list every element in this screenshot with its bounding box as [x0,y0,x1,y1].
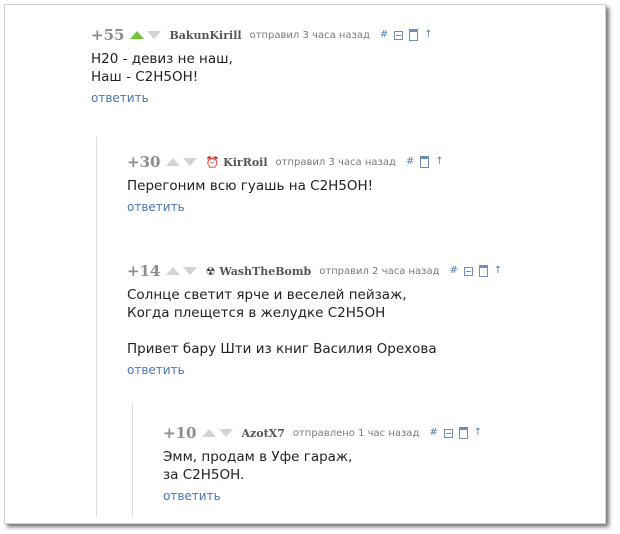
comment: +14 ☢ WashTheBomb отправил 2 часа назад … [127,262,502,378]
comment-author[interactable]: AzotX7 [241,427,284,440]
thread-line [96,137,97,517]
comment-timestamp: отправлено 1 час назад [292,427,420,439]
comment-header: +10 AzotX7 отправлено 1 час назад # ↑ [163,424,482,442]
comments-panel: +55 BakunKirill отправил 3 часа назад # … [4,4,606,524]
downvote-arrow-icon[interactable] [183,267,198,275]
permalink-icon[interactable]: # [380,30,388,40]
comment-text: за C2H5OH. [163,467,245,483]
alarm-clock-icon: ⏰ [205,155,220,169]
downvote-arrow-icon[interactable] [147,31,162,39]
comment-rating: +10 [163,424,197,442]
comment-author[interactable]: WashTheBomb [219,265,311,278]
comment-text: Перегоним всю гуашь на C2H5OH! [127,178,374,194]
thread-line [132,403,133,517]
permalink-icon[interactable]: # [450,266,458,276]
comment: +55 BakunKirill отправил 3 часа назад # … [91,26,433,106]
reply-link[interactable]: ответить [163,489,221,503]
comment-text: Когда плещется в желудке C2H5OH [127,305,386,321]
parent-arrow-icon[interactable]: ↑ [494,266,502,276]
comment-body: Эмм, продам в Уфе гараж, за C2H5OH. [163,448,482,484]
permalink-icon[interactable]: # [429,428,437,438]
comment-body: Солнце светит ярче и веселей пейзаж, Ког… [127,286,502,358]
radiation-icon: ☢ [205,264,216,278]
comment: +10 AzotX7 отправлено 1 час назад # ↑ Эм… [163,424,482,504]
save-icon[interactable] [420,156,430,168]
upvote-arrow-icon[interactable] [130,31,145,39]
comment-header: +55 BakunKirill отправил 3 часа назад # … [91,26,433,44]
downvote-arrow-icon[interactable] [183,158,198,166]
upvote-arrow-icon[interactable] [166,158,181,166]
comment-tools: # ↑ [429,427,482,439]
comment-text: Солнце светит ярче и веселей пейзаж, [127,287,407,303]
reply-link[interactable]: ответить [127,363,185,377]
parent-arrow-icon[interactable]: ↑ [424,30,432,40]
comment-header: +30 ⏰ KirRoil отправил 3 часа назад # ↑ [127,153,444,171]
collapse-icon[interactable] [443,428,453,438]
collapse-icon[interactable] [463,266,473,276]
comment-text [127,322,502,340]
save-icon[interactable] [458,427,468,439]
parent-arrow-icon[interactable]: ↑ [435,157,443,167]
comment-tools: # ↑ [380,29,433,41]
comment-timestamp: отправил 2 часа назад [319,265,440,277]
collapse-icon[interactable] [394,30,404,40]
comment-body: H20 - девиз не наш, Наш - C2H5OH! [91,50,433,86]
comment-author[interactable]: KirRoil [223,156,267,169]
reply-link[interactable]: ответить [127,200,185,214]
comment-rating: +30 [127,153,161,171]
downvote-arrow-icon[interactable] [219,429,234,437]
upvote-arrow-icon[interactable] [166,267,181,275]
comment-author[interactable]: BakunKirill [169,29,241,42]
comment-body: Перегоним всю гуашь на C2H5OH! [127,177,444,195]
reply-link[interactable]: ответить [91,91,149,105]
comment-tools: # ↑ [450,265,502,277]
comment-text: Привет бару Шти из книг Василия Орехова [127,341,437,357]
comment-rating: +55 [91,26,125,44]
comment-rating: +14 [127,262,161,280]
comment-header: +14 ☢ WashTheBomb отправил 2 часа назад … [127,262,502,280]
comment-timestamp: отправил 3 часа назад [249,29,370,41]
comment-tools: # ↑ [406,156,444,168]
comment-timestamp: отправил 3 часа назад [275,156,396,168]
comment: +30 ⏰ KirRoil отправил 3 часа назад # ↑ … [127,153,444,215]
comment-text: H20 - девиз не наш, [91,51,233,67]
save-icon[interactable] [409,29,419,41]
save-icon[interactable] [478,265,488,277]
upvote-arrow-icon[interactable] [202,429,217,437]
permalink-icon[interactable]: # [406,157,414,167]
comment-text: Эмм, продам в Уфе гараж, [163,449,353,465]
comment-text: Наш - C2H5OH! [91,69,199,85]
parent-arrow-icon[interactable]: ↑ [474,428,482,438]
